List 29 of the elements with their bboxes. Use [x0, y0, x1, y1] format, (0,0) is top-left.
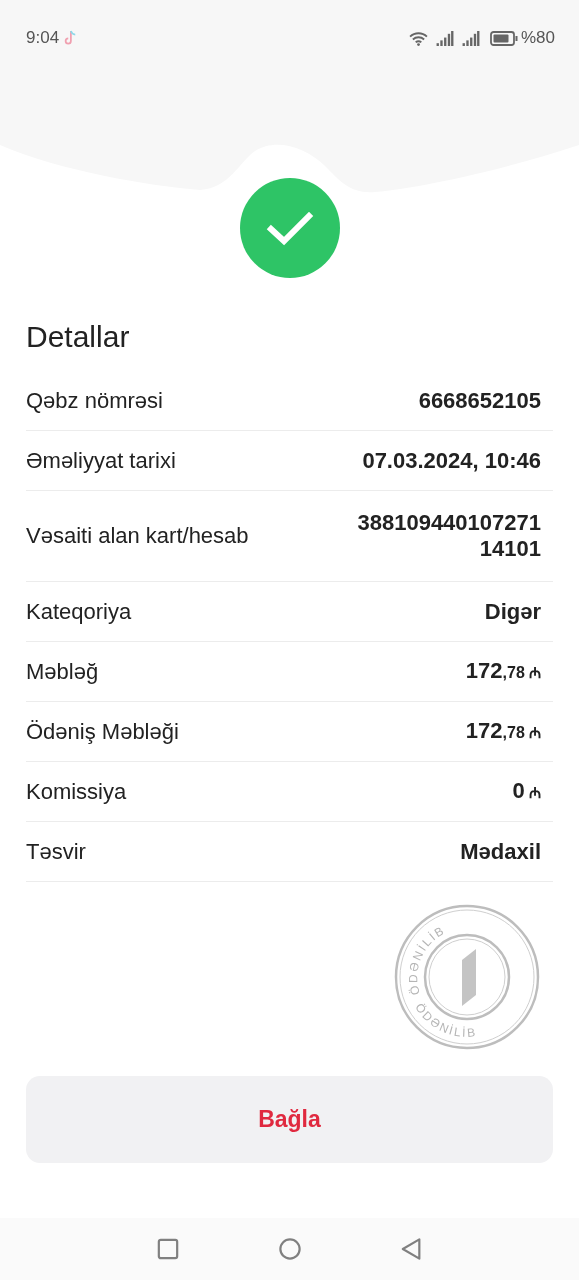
- amount-value: 172,78 ₼: [465, 657, 541, 685]
- detail-label: Təsvir: [26, 838, 86, 865]
- detail-label: Kateqoriya: [26, 598, 132, 625]
- detail-value: 38810944010727114101: [356, 510, 541, 562]
- battery-percentage: %80: [520, 28, 555, 48]
- music-note-icon: [63, 30, 78, 46]
- amount-value: 0 ₼: [512, 777, 541, 805]
- detail-value: Mədaxil: [460, 838, 541, 865]
- check-icon: [239, 178, 340, 278]
- detail-label: Qəbz nömrəsi: [26, 387, 163, 414]
- detail-label: Komissiya: [26, 778, 127, 805]
- close-button[interactable]: Bağla: [26, 1076, 553, 1163]
- detail-value: 6668652105: [418, 387, 541, 414]
- detail-label: Məbləğ: [26, 658, 99, 685]
- detail-label: Vəsaiti alan kart/hesab: [26, 523, 249, 549]
- amount-value: 172,78 ₼: [465, 717, 541, 745]
- home-button[interactable]: [278, 1238, 301, 1260]
- signal-icon: [461, 30, 480, 46]
- detail-label: Ödəniş Məbləği: [26, 718, 179, 745]
- signal-icon: [435, 30, 454, 46]
- detail-label: Əməliyyat tarixi: [26, 447, 176, 474]
- wifi-icon: [408, 30, 428, 46]
- detail-value: 07.03.2024, 10:46: [362, 447, 541, 474]
- detail-value: Digər: [484, 598, 541, 625]
- section-title: Detallar: [26, 319, 131, 355]
- battery-icon: [489, 30, 518, 46]
- recent-apps-button[interactable]: [156, 1238, 179, 1260]
- status-time: 9:04: [26, 28, 60, 48]
- back-button[interactable]: [400, 1238, 423, 1260]
